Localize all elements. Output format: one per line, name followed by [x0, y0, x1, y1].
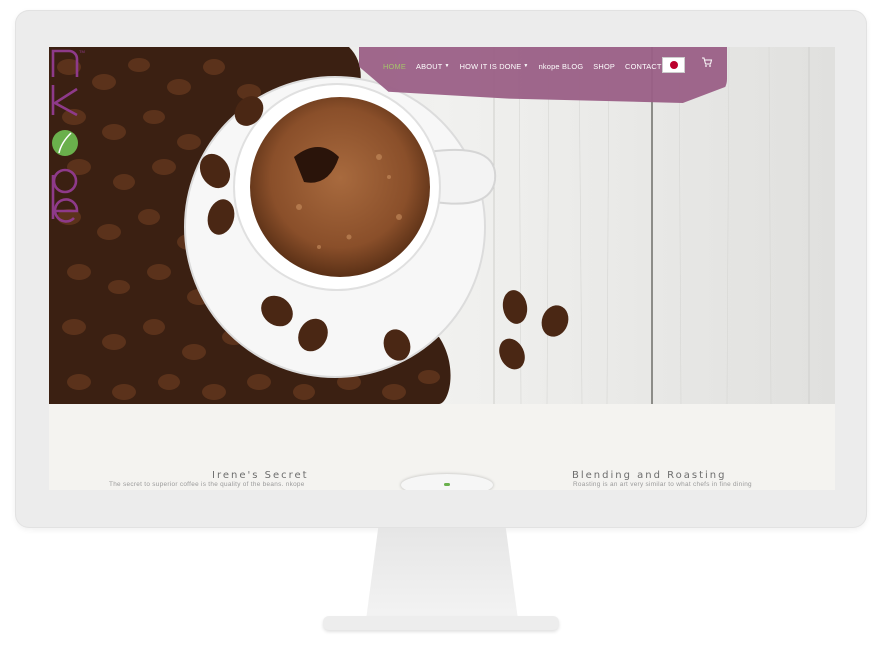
- japan-flag-icon[interactable]: [662, 57, 685, 73]
- chevron-down-icon: ▼: [444, 63, 450, 69]
- nav-item-contact[interactable]: CONTACT: [625, 62, 662, 71]
- website-screen: HOME ABOUT ▼ HOW IT IS DONE ▼ nkope BLOG S…: [49, 47, 835, 490]
- feature-left-text: The secret to superior coffee is the qua…: [109, 481, 305, 488]
- feature-left-title: Irene's Secret: [212, 470, 309, 481]
- feature-right-text: Roasting is an art very similar to what …: [573, 481, 752, 488]
- hero-coffee-illustration: [49, 47, 835, 404]
- green-leaf-icon: [444, 483, 450, 486]
- nav-item-home[interactable]: HOME: [383, 62, 406, 71]
- flag-circle: [669, 61, 678, 69]
- monitor-stand-base: [323, 616, 559, 630]
- nav-item-how-it-is-done[interactable]: HOW IT IS DONE ▼: [460, 62, 529, 71]
- nav-item-blog[interactable]: nkope BLOG: [539, 62, 584, 71]
- cart-icon[interactable]: [701, 56, 713, 68]
- nav-item-shop[interactable]: SHOP: [593, 62, 615, 71]
- hero-image: HOME ABOUT ▼ HOW IT IS DONE ▼ nkope BLOG S…: [49, 47, 835, 404]
- nav-item-about[interactable]: ABOUT ▼: [416, 62, 450, 71]
- center-product-circle: [401, 474, 493, 490]
- monitor-stand-neck: [366, 528, 518, 620]
- main-navigation: HOME ABOUT ▼ HOW IT IS DONE ▼ nkope BLOG S…: [383, 59, 662, 73]
- chevron-down-icon: ▼: [523, 63, 529, 69]
- feature-right-title: Blending and Roasting: [572, 470, 727, 481]
- svg-text:TM: TM: [79, 49, 85, 54]
- nkope-logo: TM: [51, 49, 85, 223]
